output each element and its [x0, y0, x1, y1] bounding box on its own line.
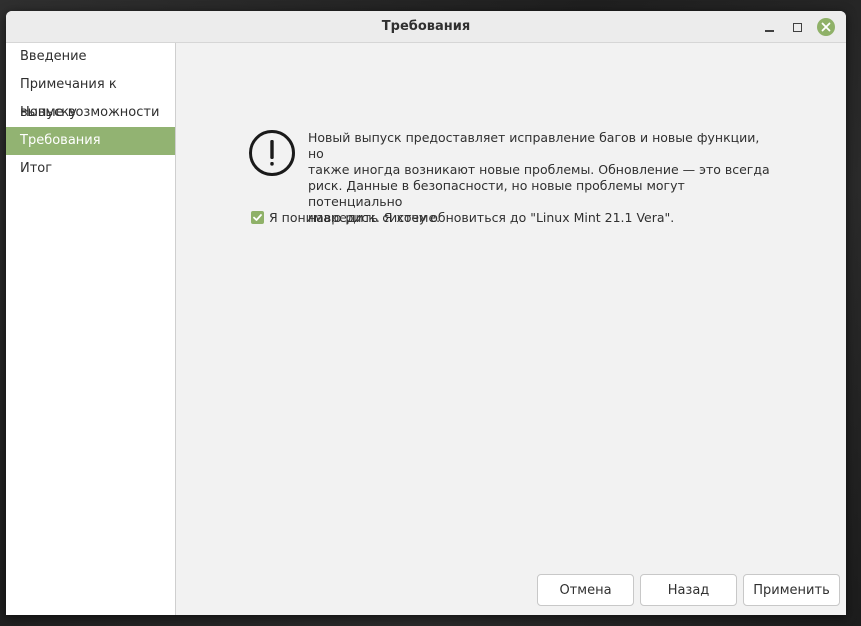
sidebar-item-release-notes[interactable]: Примечания к выпуску — [6, 71, 175, 120]
accept-risk-label[interactable]: Я понимаю риск. Я хочу обновиться до "Li… — [269, 210, 674, 225]
back-button[interactable]: Назад — [640, 574, 737, 606]
warning-line: также иногда возникают новые проблемы. О… — [308, 162, 770, 177]
minimize-button[interactable] — [759, 17, 779, 37]
exclamation-circle-icon — [248, 129, 296, 177]
close-button[interactable] — [816, 17, 836, 37]
minimize-icon — [764, 29, 774, 32]
dialog-window: Требования Введение Примечания к выпуску… — [6, 11, 846, 615]
accept-risk-checkbox[interactable] — [251, 211, 264, 224]
sidebar-item-summary[interactable]: Итог — [6, 155, 175, 183]
checkmark-icon — [253, 214, 262, 221]
sidebar-item-new-features[interactable]: Новые возможности — [6, 99, 175, 127]
sidebar: Введение Примечания к выпуску Новые возм… — [6, 43, 176, 615]
maximize-icon — [792, 22, 802, 32]
sidebar-item-requirements[interactable]: Требования — [6, 127, 175, 155]
warning-line: риск. Данные в безопасности, но новые пр… — [308, 178, 685, 209]
apply-button[interactable]: Применить — [743, 574, 840, 606]
title-bar[interactable]: Требования — [6, 11, 846, 43]
window-title: Требования — [381, 19, 471, 34]
main-content: Новый выпуск предоставляет исправление б… — [176, 43, 846, 615]
accept-risk-row[interactable]: Я понимаю риск. Я хочу обновиться до "Li… — [251, 210, 674, 225]
warning-line: Новый выпуск предоставляет исправление б… — [308, 130, 760, 161]
cancel-button[interactable]: Отмена — [537, 574, 634, 606]
sidebar-item-introduction[interactable]: Введение — [6, 43, 175, 71]
close-icon — [817, 18, 835, 36]
maximize-button[interactable] — [787, 17, 807, 37]
